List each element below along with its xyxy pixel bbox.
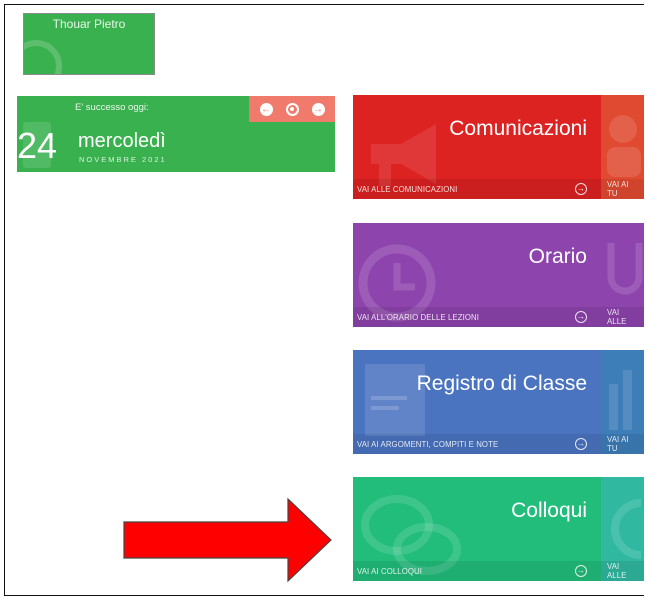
tile-link-label: VAI AI COLLOQUI <box>357 566 423 576</box>
tile-link-label: VAI AI TU <box>607 180 629 198</box>
tile-orario[interactable]: Orario VAI ALL'ORARIO DELLE LEZIONI → <box>353 223 601 327</box>
tile-title: Registro di Classe <box>416 372 587 395</box>
tile-partial[interactable]: VAI AI TU <box>601 95 644 199</box>
day-number: 24 <box>17 125 58 166</box>
tile-title: Orario <box>528 245 587 268</box>
user-card[interactable]: Thouar Pietro <box>23 13 155 75</box>
euro-icon <box>611 499 642 559</box>
tile-link-label: VAI ALLE COMUNICAZIONI <box>357 184 458 194</box>
chart-icon <box>609 370 632 430</box>
weekday-label: mercoledì <box>78 130 166 152</box>
tile-partial[interactable]: VAI ALLE <box>601 477 644 581</box>
tile-title: Comunicazioni <box>449 117 587 140</box>
tile-link-label: VAI ALLE <box>607 308 627 326</box>
tile-link[interactable]: VAI ALLE <box>601 307 644 327</box>
annotation-arrow-icon <box>123 497 332 583</box>
tile-link-label: VAI AI ARGOMENTI, COMPITI E NOTE <box>357 439 499 449</box>
tile-link-label: VAI AI TU <box>607 435 629 453</box>
tile-link-label: VAI ALL'ORARIO DELLE LEZIONI <box>357 312 480 322</box>
tile-registro-di-classe[interactable]: Registro di Classe VAI AI ARGOMENTI, COM… <box>353 350 601 454</box>
tile-link[interactable]: VAI AI ARGOMENTI, COMPITI E NOTE → <box>353 434 601 454</box>
arrow-right-circle-icon[interactable]: → <box>311 102 325 116</box>
person-icon <box>607 115 641 177</box>
tile-link[interactable]: VAI ALL'ORARIO DELLE LEZIONI → <box>353 307 601 327</box>
user-name: Thouar Pietro <box>52 17 126 31</box>
tile-partial[interactable]: VAI AI TU <box>601 350 644 454</box>
tile-title: Colloqui <box>511 499 587 522</box>
tile-link[interactable]: VAI ALLE <box>601 561 644 581</box>
arrow-right-circle-icon: → <box>575 438 587 450</box>
arrow-right-circle-icon: → <box>575 183 587 195</box>
target-icon[interactable] <box>285 102 299 116</box>
arrow-right-circle-icon: → <box>575 565 587 577</box>
date-navigation: ← → <box>249 96 335 122</box>
tile-comunicazioni[interactable]: Comunicazioni VAI ALLE COMUNICAZIONI → <box>353 95 601 199</box>
tile-link[interactable]: VAI AI TU <box>601 179 644 199</box>
user-avatar-icon <box>24 40 62 74</box>
tile-partial[interactable]: VAI ALLE <box>601 223 644 327</box>
arrow-right-circle-icon: → <box>575 311 587 323</box>
today-card: E' successo oggi: 24 mercoledì NOVEMBRE … <box>17 96 335 172</box>
tile-colloqui[interactable]: Colloqui VAI AI COLLOQUI → <box>353 477 601 581</box>
tile-link[interactable]: VAI AI TU <box>601 434 644 454</box>
today-heading: E' successo oggi: <box>75 102 149 113</box>
tile-link[interactable]: VAI AI COLLOQUI → <box>353 561 601 581</box>
tile-link-label: VAI ALLE <box>607 562 627 580</box>
magnet-icon <box>607 243 643 295</box>
tile-link[interactable]: VAI ALLE COMUNICAZIONI → <box>353 179 601 199</box>
month-year-label: NOVEMBRE 2021 <box>79 155 167 164</box>
arrow-left-circle-icon[interactable]: ← <box>259 102 273 116</box>
